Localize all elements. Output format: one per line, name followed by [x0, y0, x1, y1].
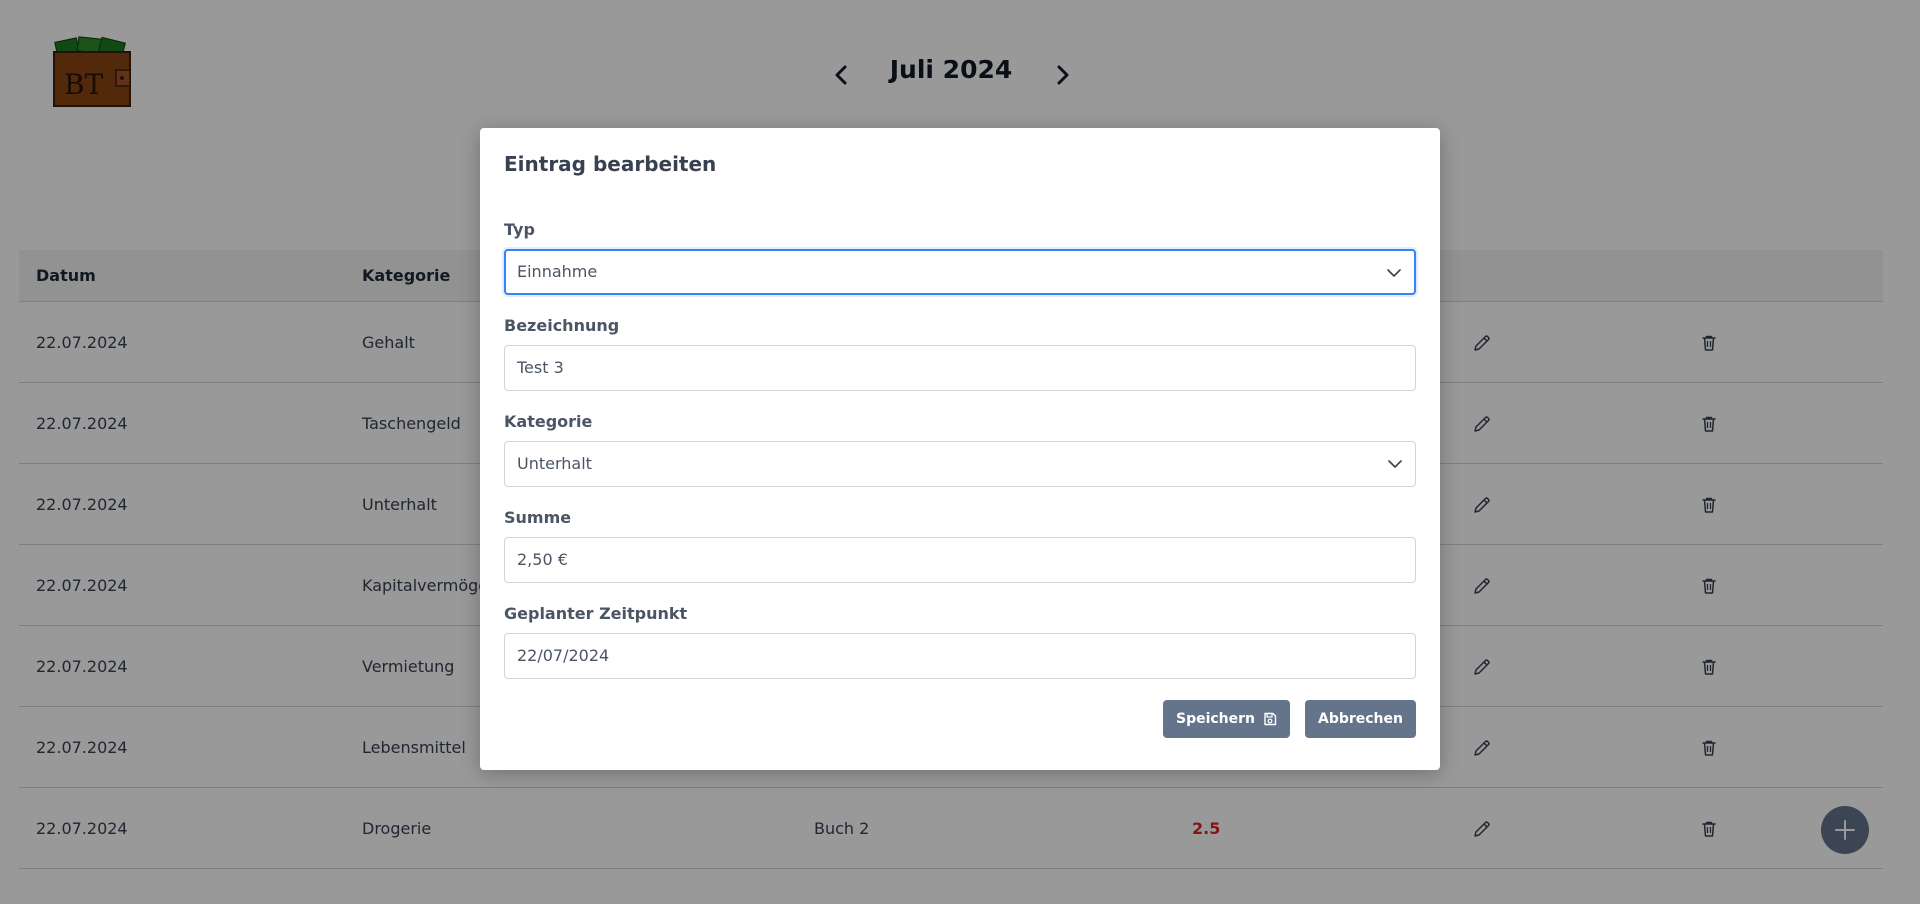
designation-label: Bezeichnung [504, 316, 620, 335]
dialog-title: Eintrag bearbeiten [504, 152, 717, 176]
sum-label: Summe [504, 508, 572, 527]
sum-input[interactable]: 2,50 € [504, 537, 1416, 583]
chevron-down-icon [1388, 460, 1402, 468]
planned-time-input-value: 22/07/2024 [517, 646, 610, 665]
planned-time-input[interactable]: 22/07/2024 [504, 633, 1416, 679]
save-button[interactable]: Speichern [1163, 700, 1290, 738]
category-select-value: Unterhalt [517, 454, 592, 473]
category-label: Kategorie [504, 412, 593, 431]
save-button-label: Speichern [1175, 711, 1256, 727]
chevron-down-icon [1387, 269, 1401, 277]
category-select[interactable]: Unterhalt [504, 441, 1416, 487]
designation-input[interactable]: Test 3 [504, 345, 1416, 391]
sum-input-value: 2,50 € [517, 550, 568, 569]
type-select-value: Einnahme [517, 262, 598, 281]
floppy-disk-icon [1264, 712, 1277, 726]
type-label: Typ [504, 220, 535, 239]
type-select[interactable]: Einnahme [504, 249, 1416, 295]
cancel-button-label: Abbrechen [1317, 711, 1403, 727]
designation-input-value: Test 3 [517, 358, 564, 377]
planned-time-label: Geplanter Zeitpunkt [504, 604, 688, 623]
cancel-button[interactable]: Abbrechen [1305, 700, 1416, 738]
edit-entry-dialog: Eintrag bearbeiten Typ Einnahme Bezeichn… [480, 128, 1440, 770]
